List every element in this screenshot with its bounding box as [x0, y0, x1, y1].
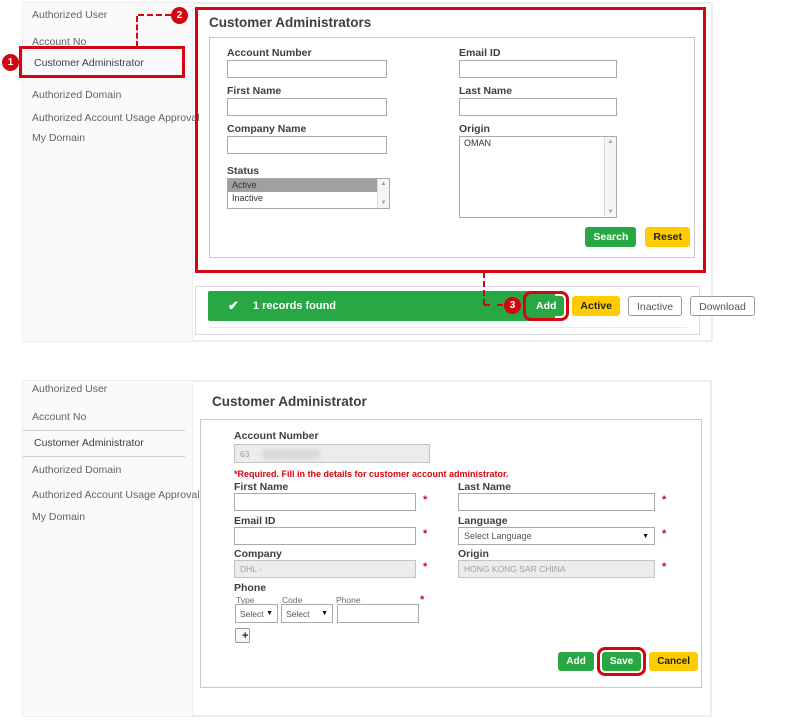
sidebar-item-authorized-domain[interactable]: Authorized Domain: [32, 464, 121, 476]
connector-line: [483, 272, 485, 305]
language-label: Language: [458, 515, 508, 527]
step-badge-3: 3: [504, 297, 521, 314]
records-found-text: 1 records found: [252, 300, 337, 312]
inactive-filter-button[interactable]: Inactive: [627, 296, 683, 316]
last-name-label: Last Name: [458, 481, 512, 493]
origin-label: Origin: [458, 548, 489, 560]
account-number-label: Account Number: [234, 430, 319, 442]
first-name-field[interactable]: [234, 493, 416, 511]
sidebar-item-authorized-user[interactable]: Authorized User: [32, 383, 107, 395]
company-label: Company: [234, 548, 282, 560]
required-marker: *: [423, 494, 428, 506]
detail-actions-row: Add Save Cancel: [510, 647, 698, 676]
search-button[interactable]: Search: [585, 227, 637, 247]
connector-line: [136, 16, 138, 47]
sidebar-item-account-no[interactable]: Account No: [32, 411, 86, 423]
origin-scrollbar[interactable]: ▲ ▼: [604, 137, 616, 217]
phone-type-value: Select: [240, 608, 264, 619]
reset-button[interactable]: Reset: [645, 227, 690, 247]
cancel-button[interactable]: Cancel: [649, 652, 698, 671]
chevron-down-icon: ▼: [321, 610, 328, 617]
required-note: *Required. Fill in the details for custo…: [234, 469, 509, 479]
origin-field: [458, 560, 655, 578]
last-name-field[interactable]: [458, 493, 655, 511]
add-phone-button[interactable]: +: [235, 628, 250, 643]
status-scrollbar[interactable]: ▲ ▼: [377, 179, 389, 208]
detail-panel-title: Customer Administrator: [212, 394, 367, 409]
sidebar-separator: [23, 430, 185, 431]
company-field: [234, 560, 416, 578]
language-select[interactable]: Select Language ▼: [458, 527, 655, 545]
required-marker: *: [662, 561, 667, 573]
sidebar-bottom: [23, 381, 193, 716]
email-id-field[interactable]: [234, 527, 416, 545]
required-marker: *: [662, 494, 667, 506]
phone-number-field[interactable]: [337, 604, 419, 623]
required-marker: *: [420, 594, 425, 606]
required-marker: *: [662, 528, 667, 540]
phone-code-value: Select: [286, 608, 310, 619]
scroll-down-icon[interactable]: ▼: [608, 209, 614, 215]
required-marker: *: [423, 528, 428, 540]
sidebar-separator: [23, 47, 185, 48]
download-button[interactable]: Download: [690, 296, 755, 316]
scroll-up-icon[interactable]: ▲: [381, 181, 387, 187]
sidebar-item-authorized-user[interactable]: Authorized User: [32, 9, 107, 21]
redaction-patch: [262, 449, 320, 459]
origin-option[interactable]: OMAN: [460, 137, 604, 150]
account-number-input[interactable]: [227, 60, 387, 78]
company-name-input[interactable]: [227, 136, 387, 154]
sidebar-item-authorized-account-usage-approval[interactable]: Authorized Account Usage Approval: [32, 112, 200, 124]
add-button[interactable]: Add: [522, 291, 570, 321]
account-number-label: Account Number: [227, 47, 312, 59]
origin-listbox[interactable]: OMAN ▲ ▼: [459, 136, 617, 218]
status-label: Status: [227, 165, 260, 177]
connector-line: [138, 14, 171, 16]
company-name-label: Company Name: [227, 123, 307, 135]
check-icon: ✔: [228, 298, 239, 313]
status-option-inactive[interactable]: Inactive: [228, 192, 377, 205]
first-name-label: First Name: [227, 85, 282, 97]
sidebar-top: [23, 3, 193, 341]
last-name-input[interactable]: [459, 98, 617, 116]
step-badge-1: 1: [2, 54, 19, 71]
step-badge-2: 2: [171, 7, 188, 24]
email-id-label: Email ID: [459, 47, 501, 59]
status-option-active[interactable]: Active: [228, 179, 377, 192]
page: Authorized User Account No Customer Admi…: [0, 0, 794, 720]
results-separator: [209, 327, 687, 328]
email-id-label: Email ID: [234, 515, 276, 527]
sidebar-separator: [23, 77, 185, 78]
scroll-up-icon[interactable]: ▲: [608, 139, 614, 145]
connector-line: [484, 304, 503, 306]
sidebar-item-my-domain[interactable]: My Domain: [32, 132, 85, 144]
chevron-down-icon: ▼: [266, 610, 273, 617]
last-name-label: Last Name: [459, 85, 513, 97]
records-found-banner: ✔ 1 records found: [208, 291, 555, 321]
search-actions-row: Search Reset: [480, 227, 690, 247]
status-listbox[interactable]: Active Inactive ▲ ▼: [227, 178, 390, 209]
add-button[interactable]: Add: [558, 652, 594, 671]
active-filter-button[interactable]: Active: [572, 296, 620, 316]
sidebar-item-customer-administrator[interactable]: Customer Administrator: [34, 57, 144, 69]
results-actions-row: Add Active Inactive Download: [522, 291, 755, 321]
first-name-input[interactable]: [227, 98, 387, 116]
sidebar-item-my-domain[interactable]: My Domain: [32, 511, 85, 523]
email-id-input[interactable]: [459, 60, 617, 78]
first-name-label: First Name: [234, 481, 289, 493]
origin-label: Origin: [459, 123, 490, 135]
phone-type-select[interactable]: Select ▼: [235, 604, 278, 623]
chevron-down-icon: ▼: [642, 532, 649, 540]
sidebar-item-customer-administrator[interactable]: Customer Administrator: [34, 437, 144, 449]
save-button[interactable]: Save: [596, 647, 647, 676]
sidebar-separator: [23, 456, 185, 457]
scroll-down-icon[interactable]: ▼: [381, 200, 387, 206]
sidebar-item-authorized-account-usage-approval[interactable]: Authorized Account Usage Approval: [32, 489, 200, 501]
search-panel-title: Customer Administrators: [209, 15, 372, 30]
phone-section-label: Phone: [234, 582, 267, 594]
language-select-value: Select Language: [464, 531, 532, 541]
sidebar-item-authorized-domain[interactable]: Authorized Domain: [32, 89, 121, 101]
required-marker: *: [423, 561, 428, 573]
phone-code-select[interactable]: Select ▼: [281, 604, 333, 623]
